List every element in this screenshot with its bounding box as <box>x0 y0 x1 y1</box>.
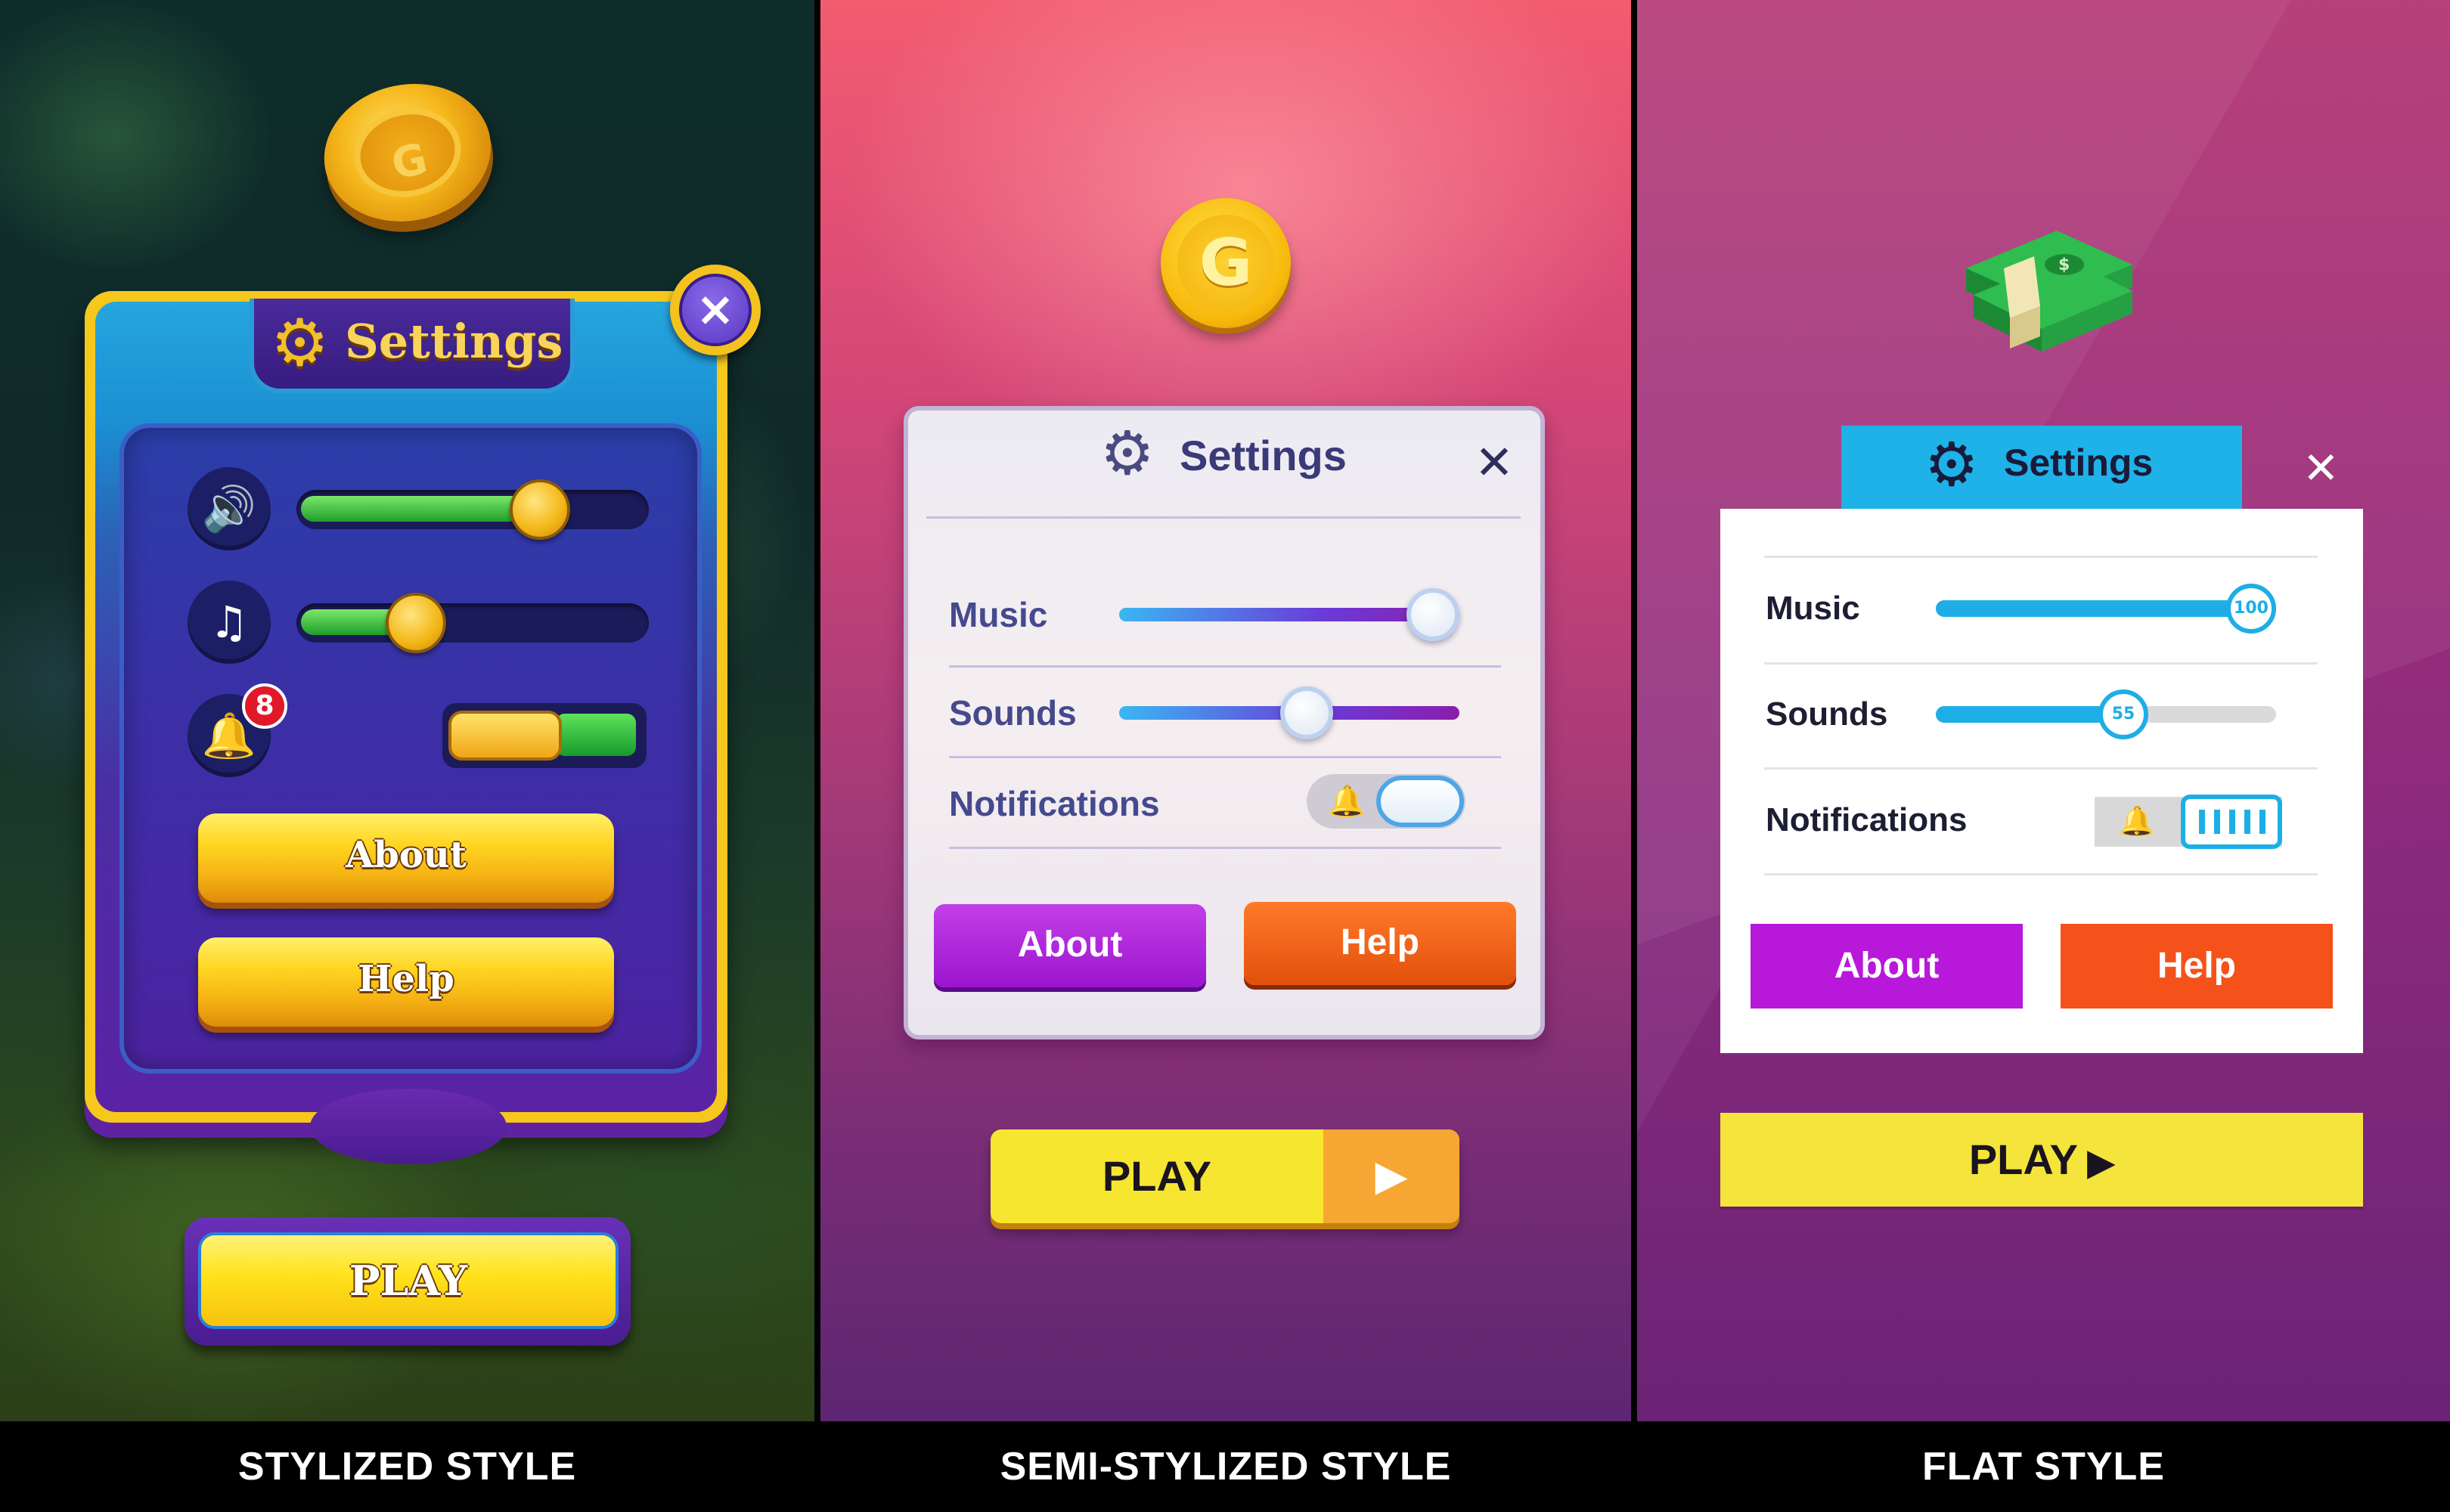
settings-title: Settings <box>345 314 563 369</box>
play-arrow-icon: ▶ <box>2078 1142 2115 1182</box>
bell-icon: 🔔 <box>1328 784 1366 819</box>
sound-volume-slider[interactable] <box>296 479 649 540</box>
help-button[interactable]: Help <box>198 937 614 1027</box>
play-button[interactable]: PLAY ▶ <box>1720 1113 2363 1207</box>
play-button[interactable]: PLAY ▶ <box>991 1129 1459 1223</box>
about-button[interactable]: About <box>198 813 614 903</box>
flat-caption: FLAT STYLE <box>1921 1445 2165 1489</box>
close-button[interactable]: × <box>670 265 761 355</box>
music-volume-slider[interactable] <box>296 593 649 653</box>
notifications-label: Notifications <box>949 784 1160 823</box>
music-label: Music <box>1766 590 1860 627</box>
music-label: Music <box>949 595 1048 634</box>
music-slider-handle[interactable] <box>1406 588 1459 641</box>
play-label: PLAY <box>1968 1136 2079 1183</box>
settings-title: Settings <box>2004 442 2154 484</box>
music-volume-handle[interactable] <box>386 593 446 653</box>
bell-icon: 🔔 <box>2119 804 2155 838</box>
help-button[interactable]: Help <box>2061 924 2333 1009</box>
close-button[interactable]: ✕ <box>1475 435 1514 490</box>
sounds-label: Sounds <box>1766 696 1888 733</box>
notification-count-badge: 8 <box>242 683 287 729</box>
divider <box>1764 662 2318 665</box>
settings-title-tab: ⚙ Settings <box>250 299 575 393</box>
stylized-caption: STYLIZED STYLE <box>237 1445 577 1489</box>
gold-coin-icon: G <box>1161 198 1291 328</box>
music-slider[interactable]: 100 <box>1936 584 2276 634</box>
sounds-slider[interactable] <box>1119 686 1459 739</box>
notifications-toggle[interactable]: 🔔 <box>2095 795 2282 849</box>
gold-coin-icon: G <box>311 68 504 237</box>
speaker-icon[interactable]: 🔊 <box>188 467 271 550</box>
settings-title-tab: ⚙ Settings <box>1841 426 2242 509</box>
divider <box>1764 767 2318 770</box>
sound-volume-fill <box>301 496 540 522</box>
settings-title: Settings <box>1180 432 1347 479</box>
sounds-slider-handle[interactable] <box>1280 686 1333 739</box>
music-note-icon[interactable]: ♫ <box>188 581 271 664</box>
notifications-toggle[interactable]: 🔔 <box>1307 774 1465 829</box>
sounds-slider-handle[interactable]: 55 <box>2098 689 2148 739</box>
sounds-label: Sounds <box>949 693 1077 733</box>
divider <box>926 516 1521 519</box>
divider <box>949 756 1501 758</box>
help-button[interactable]: Help <box>1244 902 1516 985</box>
toggle-knob <box>2181 795 2282 849</box>
toggle-on-indicator <box>556 714 636 756</box>
close-button[interactable]: ✕ <box>2303 442 2340 494</box>
sounds-slider[interactable]: 55 <box>1936 689 2276 739</box>
dialog-bottom-tab <box>310 1089 507 1164</box>
svg-text:$: $ <box>2058 256 2070 274</box>
stylized-panel: G ⚙ Settings × 🔊 ♫ 🔔 8 About Help PLAY <box>0 0 814 1421</box>
play-button[interactable]: PLAY <box>198 1232 619 1329</box>
about-button[interactable]: About <box>1751 924 2023 1009</box>
divider <box>949 847 1501 849</box>
music-slider-handle[interactable]: 100 <box>2226 584 2276 634</box>
divider <box>1764 873 2318 875</box>
toggle-knob <box>1376 776 1464 827</box>
close-icon: × <box>679 274 752 346</box>
gear-icon: ⚙ <box>271 305 330 381</box>
notifications-toggle[interactable] <box>442 703 647 768</box>
music-slider[interactable] <box>1119 588 1459 641</box>
notifications-label: Notifications <box>1766 801 1968 838</box>
play-arrow-icon: ▶ <box>1323 1129 1459 1223</box>
play-label: PLAY <box>1102 1152 1212 1200</box>
music-slider-fill <box>1936 600 2276 617</box>
semi-stylized-caption: SEMI-STYLIZED STYLE <box>1000 1445 1452 1489</box>
gear-icon: ⚙ <box>1100 418 1155 488</box>
divider <box>1764 556 2318 558</box>
sound-volume-handle[interactable] <box>510 479 570 540</box>
about-button[interactable]: About <box>934 904 1206 987</box>
cash-stack-icon: $ <box>1966 231 2132 352</box>
toggle-knob <box>448 711 562 761</box>
divider <box>949 665 1501 668</box>
gear-icon: ⚙ <box>1924 429 1979 500</box>
sounds-slider-fill <box>1936 706 2123 723</box>
